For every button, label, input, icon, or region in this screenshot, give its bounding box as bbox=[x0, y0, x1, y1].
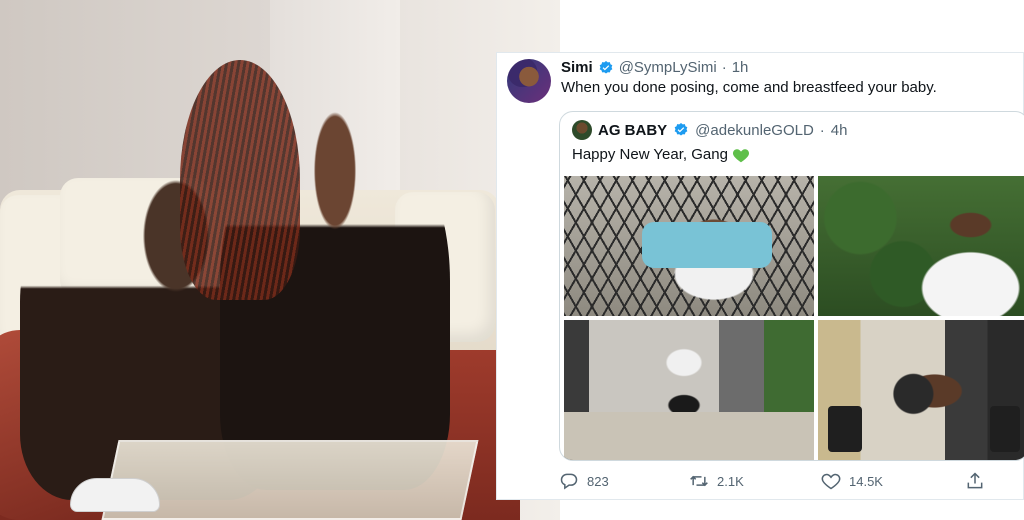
tweet-card[interactable]: Simi @SympLySimi · 1h When you done posi… bbox=[496, 52, 1024, 500]
quoted-text: Happy New Year, Gang bbox=[572, 146, 728, 163]
retweet-icon bbox=[690, 475, 708, 487]
media-photo-4[interactable] bbox=[818, 320, 1024, 460]
author-name[interactable]: Simi bbox=[561, 59, 593, 76]
pillow bbox=[642, 222, 772, 268]
like-count: 14.5K bbox=[849, 473, 883, 489]
quoted-author-name[interactable]: AG BABY bbox=[598, 122, 667, 139]
reply-icon bbox=[560, 473, 578, 490]
braided-hair bbox=[180, 60, 300, 300]
separator-dot: · bbox=[721, 59, 727, 76]
retweet-button[interactable]: 2.1K bbox=[689, 471, 744, 491]
tweet-actions: 823 2.1K 14.5K bbox=[559, 469, 1019, 493]
sneaker bbox=[70, 478, 160, 512]
reply-count: 823 bbox=[587, 473, 609, 489]
share-icon bbox=[967, 472, 983, 489]
quoted-header: AG BABY @adekunleGOLD · 4h bbox=[572, 120, 847, 140]
avatar[interactable] bbox=[507, 59, 551, 103]
quoted-avatar[interactable] bbox=[572, 120, 592, 140]
separator-dot: · bbox=[819, 121, 825, 139]
verified-badge-icon bbox=[599, 60, 613, 74]
quoted-timestamp[interactable]: 4h bbox=[831, 122, 848, 139]
media-photo-3[interactable] bbox=[564, 320, 814, 460]
tweet-header: Simi @SympLySimi · 1h bbox=[561, 59, 748, 76]
author-handle[interactable]: @SympLySimi bbox=[619, 59, 717, 76]
quoted-tweet[interactable]: AG BABY @adekunleGOLD · 4h Happy New Yea… bbox=[559, 111, 1024, 461]
speaker bbox=[990, 406, 1020, 452]
media-grid bbox=[564, 176, 1024, 460]
like-button[interactable]: 14.5K bbox=[821, 471, 883, 491]
retweet-count: 2.1K bbox=[717, 473, 744, 489]
quoted-text-row: Happy New Year, Gang bbox=[572, 146, 750, 163]
reply-button[interactable]: 823 bbox=[559, 471, 609, 491]
photo-left bbox=[0, 0, 560, 520]
tweet-text: When you done posing, come and breastfee… bbox=[561, 79, 937, 96]
timestamp[interactable]: 1h bbox=[732, 59, 749, 76]
media-photo-2[interactable] bbox=[818, 176, 1024, 316]
quoted-author-handle[interactable]: @adekunleGOLD bbox=[695, 122, 814, 139]
media-photo-1[interactable] bbox=[564, 176, 814, 316]
share-button[interactable] bbox=[965, 471, 985, 491]
ground bbox=[564, 412, 814, 460]
heart-icon bbox=[821, 473, 841, 490]
speaker bbox=[828, 406, 862, 452]
green-heart-icon bbox=[732, 148, 749, 162]
verified-badge-icon bbox=[674, 123, 688, 136]
